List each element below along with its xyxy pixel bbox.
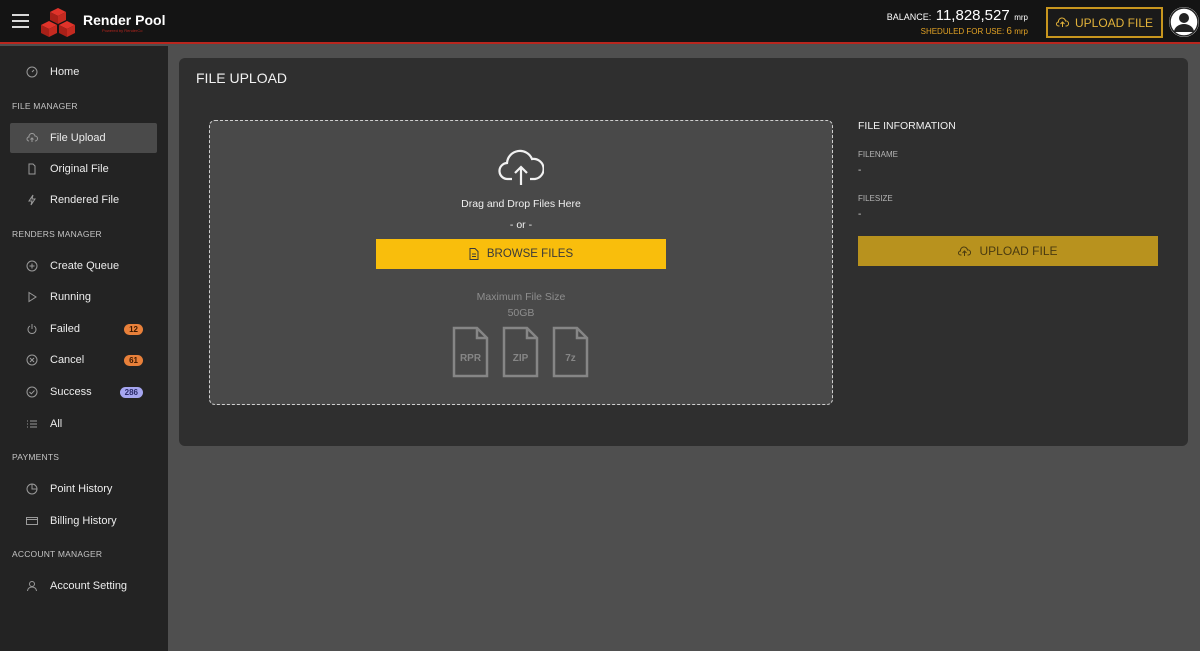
page-title: FILE UPLOAD (196, 70, 288, 86)
sidebar-item-label: Cancel (50, 354, 85, 366)
upload-file-label: UPLOAD FILE (979, 244, 1058, 258)
sidebar-item-label: Failed (50, 323, 80, 335)
sidebar-item-label: Success (50, 386, 92, 398)
upload-file-button[interactable]: UPLOAD FILE (858, 236, 1158, 266)
file-type-label: 7z (565, 353, 576, 364)
sidebar-item-label: Home (50, 66, 80, 78)
sidebar-item-label: Running (50, 291, 91, 303)
sidebar-item-home[interactable]: Home (10, 57, 157, 87)
filesize-value: - (858, 209, 862, 220)
logo-icon (41, 8, 75, 37)
zip-file-icon: ZIP (502, 326, 539, 378)
drag-drop-text: Drag and Drop Files Here (461, 198, 581, 210)
sidebar-item-running[interactable]: Running (10, 282, 157, 312)
file-type-label: RPR (460, 353, 482, 364)
balance-label: BALANCE: (886, 12, 932, 22)
filename-value: - (858, 165, 862, 176)
balance-unit: mrp (1014, 13, 1028, 22)
browse-files-button[interactable]: BROWSE FILES (376, 239, 666, 269)
cancel-circle-icon (26, 354, 38, 366)
file-information-title: FILE INFORMATION (858, 120, 956, 132)
scheduled-label: SHEDULED FOR USE: (920, 27, 1005, 36)
file-icon (469, 248, 479, 260)
sidebar-item-label: Rendered File (50, 194, 120, 206)
plus-circle-icon (26, 260, 38, 272)
file-type-label: ZIP (513, 353, 529, 364)
list-icon (26, 418, 38, 430)
dashboard-icon (26, 66, 38, 78)
file-upload-card: FILE UPLOAD Drag and Drop Files Here - o… (179, 58, 1188, 446)
sidebar-item-point-history[interactable]: Point History (10, 474, 157, 504)
sidebar-item-label: Original File (50, 163, 109, 175)
power-icon (26, 323, 38, 335)
pie-chart-icon (26, 483, 38, 495)
sidebar-item-label: Account Setting (50, 580, 128, 592)
cloud-upload-icon (26, 132, 38, 144)
sidebar-item-label: Create Queue (50, 260, 120, 272)
success-count-badge: 286 (119, 386, 143, 398)
section-renders-manager: RENDERS MANAGER (12, 229, 102, 239)
menu-icon[interactable] (12, 14, 29, 28)
check-circle-icon (26, 386, 38, 398)
cancel-count-badge: 61 (124, 354, 143, 366)
cloud-upload-icon (498, 149, 544, 185)
scheduled-unit: mrp (1014, 27, 1028, 36)
sidebar-item-label: Billing History (50, 515, 117, 527)
drop-zone[interactable]: Drag and Drop Files Here - or - BROWSE F… (209, 120, 833, 405)
section-payments: PAYMENTS (12, 452, 60, 462)
max-size-label: Maximum File Size (476, 291, 566, 303)
rpr-file-icon: RPR (452, 326, 489, 378)
failed-count-badge: 12 (124, 323, 143, 335)
filesize-label: FILESIZE (858, 194, 893, 203)
credit-card-icon (26, 515, 38, 527)
play-icon (26, 291, 38, 303)
cloud-upload-icon (958, 246, 972, 256)
section-file-manager: FILE MANAGER (12, 101, 78, 111)
lightning-icon (26, 194, 38, 206)
user-icon (1169, 7, 1199, 37)
sidebar-item-account-setting[interactable]: Account Setting (10, 571, 157, 601)
filename-label: FILENAME (858, 150, 899, 159)
header-upload-label: UPLOAD FILE (1074, 15, 1154, 30)
sidebar-item-billing-history[interactable]: Billing History (10, 506, 157, 536)
sidebar-item-create-queue[interactable]: Create Queue (10, 251, 157, 281)
top-bar: Render Pool Powered by RenderCo BALANCE:… (0, 0, 1200, 44)
sidebar-item-label: Point History (50, 483, 113, 495)
sidebar: Home FILE MANAGER File Upload Original F… (0, 46, 168, 651)
sidebar-item-all[interactable]: All (10, 409, 157, 439)
balance-value: 11,828,527 (935, 7, 1010, 24)
sidebar-item-original-file[interactable]: Original File (10, 154, 157, 184)
or-text: - or - (509, 219, 533, 231)
section-account-manager: ACCOUNT MANAGER (12, 549, 103, 559)
browse-files-label: BROWSE FILES (486, 248, 574, 260)
balance-panel: BALANCE: 11,828,527 mrp SHEDULED FOR USE… (887, 7, 1028, 37)
7z-file-icon: 7z (552, 326, 589, 378)
user-icon (26, 580, 38, 592)
max-size-value: 50GB (507, 307, 535, 319)
sidebar-item-rendered-file[interactable]: Rendered File (10, 185, 157, 215)
file-icon (26, 163, 38, 175)
header-upload-button[interactable]: UPLOAD FILE (1046, 7, 1163, 38)
sidebar-item-label: All (50, 418, 63, 430)
sidebar-item-file-upload[interactable]: File Upload (10, 123, 157, 153)
brand-name: Render Pool (83, 12, 166, 28)
avatar[interactable] (1169, 7, 1199, 37)
sidebar-item-cancel[interactable]: Cancel 61 (10, 345, 157, 375)
sidebar-item-failed[interactable]: Failed 12 (10, 314, 157, 344)
cloud-upload-icon (1056, 17, 1069, 27)
sidebar-item-success[interactable]: Success 286 (10, 377, 157, 407)
scheduled-value: 6 (1006, 26, 1012, 37)
brand-subtitle: Powered by RenderCo (102, 28, 143, 33)
sidebar-item-label: File Upload (50, 132, 106, 144)
